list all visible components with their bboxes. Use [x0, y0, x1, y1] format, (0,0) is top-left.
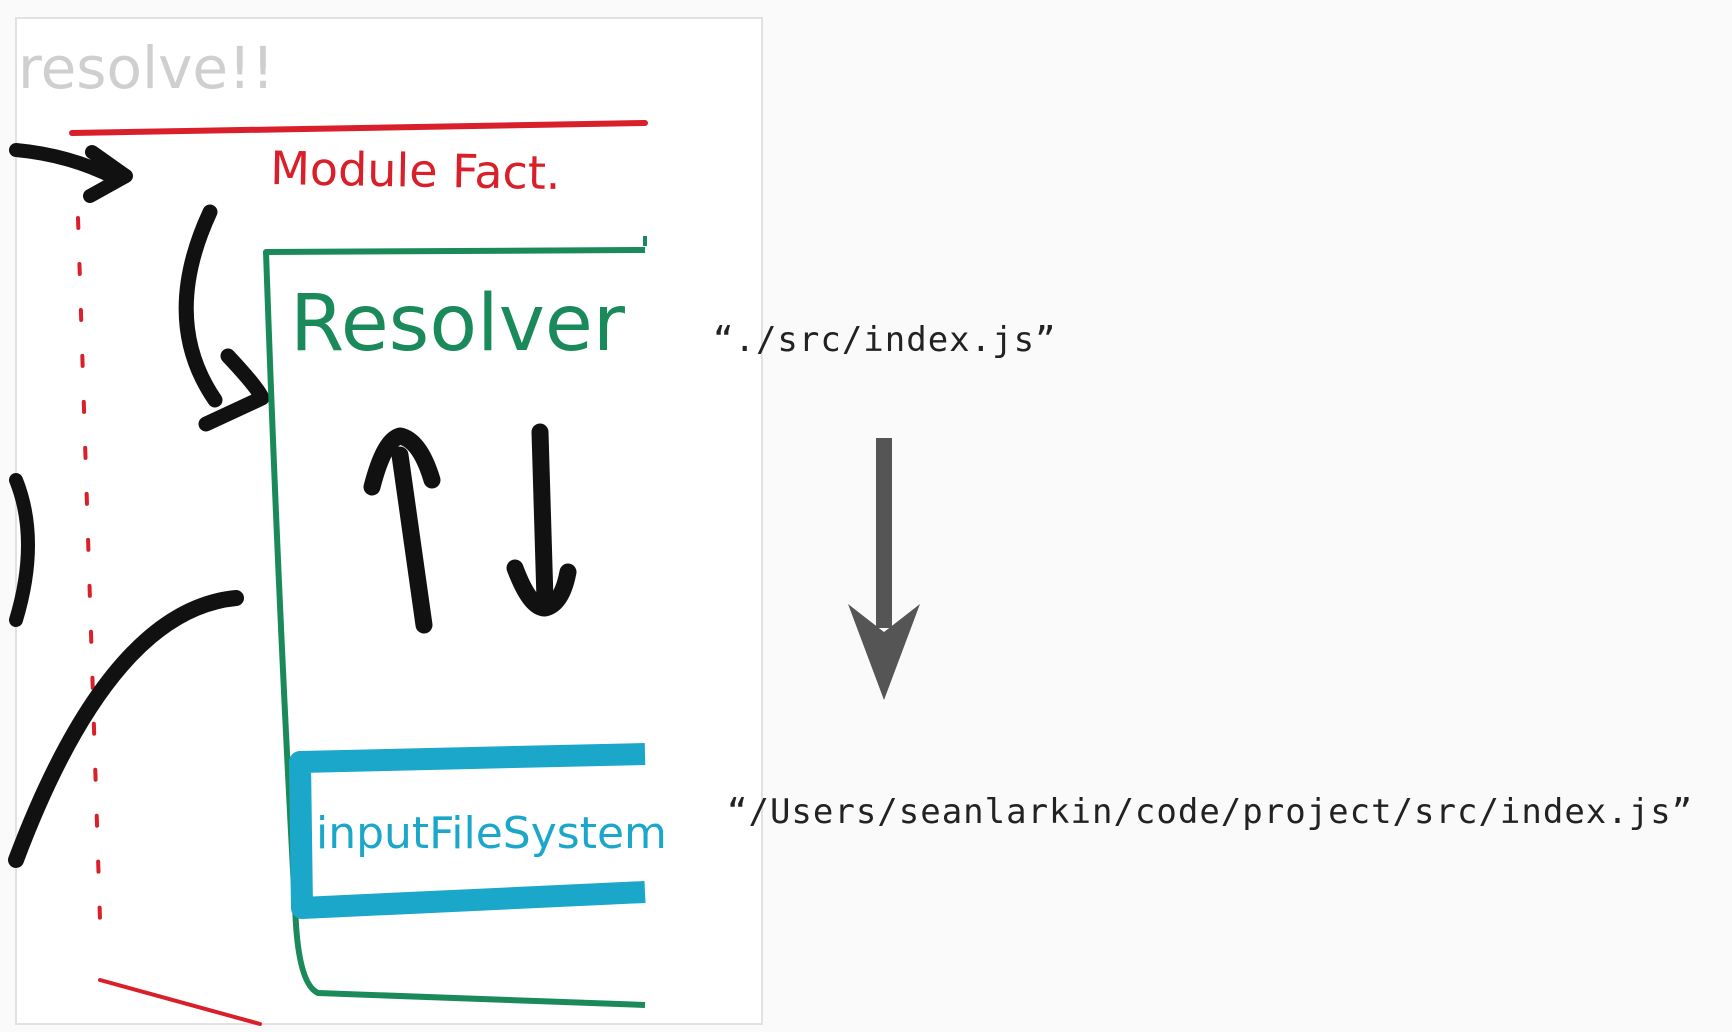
input-file-system-label: inputFileSystem [316, 808, 667, 859]
whiteboard-sketch: resolve!! Module Fact. Resolver inputFil… [8, 17, 920, 1026]
resolution-arrow-icon [848, 438, 920, 700]
resolved-path: “/Users/seanlarkin/code/project/src/inde… [727, 792, 1694, 832]
resolver-label: Resolver [290, 279, 626, 369]
slide: resolve!! Module Fact. Resolver inputFil… [0, 0, 1732, 1032]
source-path: “./src/index.js” [713, 320, 1057, 360]
module-factory-label: Module Fact. [270, 141, 561, 200]
sketch-heading: resolve!! [18, 34, 275, 102]
